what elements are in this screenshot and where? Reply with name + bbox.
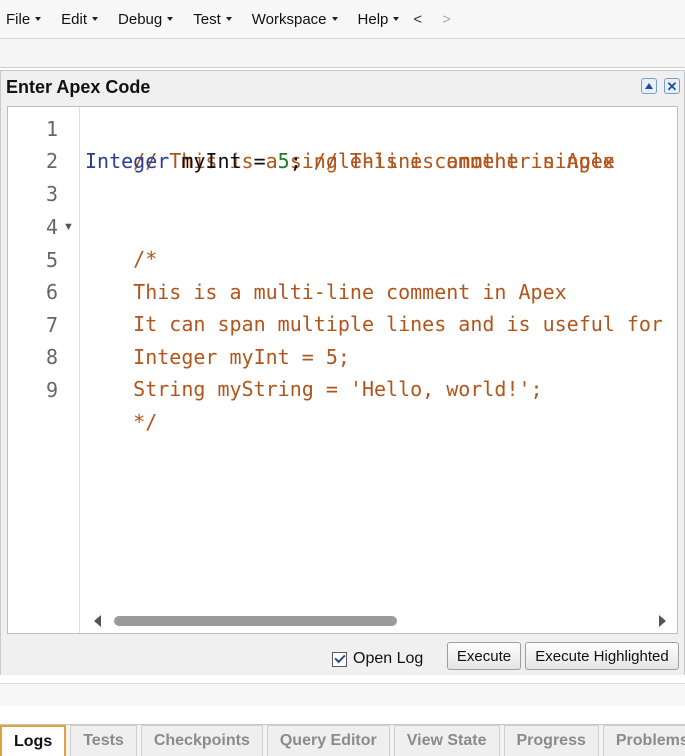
tab-query-editor[interactable]: Query Editor <box>266 725 390 756</box>
menu-bar: File Edit Debug Test Workspace Help < > <box>0 0 685 39</box>
close-button[interactable]: ✕ <box>664 78 680 94</box>
comment-token: // This is another single <box>301 149 615 173</box>
chevron-down-icon <box>35 17 42 21</box>
open-log-toggle[interactable]: Open Log <box>332 650 423 668</box>
back-arrow-icon[interactable]: < <box>413 11 422 28</box>
line-number: 4 <box>45 215 58 239</box>
menu-test[interactable]: Test <box>187 11 232 28</box>
scrollbar-thumb[interactable] <box>114 616 397 626</box>
panel-title: Enter Apex Code <box>6 77 151 97</box>
menu-help[interactable]: Help <box>352 11 400 28</box>
menu-debug[interactable]: Debug <box>112 10 174 28</box>
divider-strip <box>0 683 685 706</box>
chevron-down-icon <box>167 17 174 21</box>
code-line-9[interactable]: */ <box>85 374 157 470</box>
tab-view-state[interactable]: View State <box>393 725 500 756</box>
menu-workspace[interactable]: Workspace <box>246 11 338 28</box>
line-number: 9 <box>45 378 58 402</box>
forward-arrow-icon[interactable]: > <box>442 11 451 28</box>
tab-checkpoints[interactable]: Checkpoints <box>140 725 263 756</box>
bottom-tab-bar: Logs Tests Checkpoints Query Editor View… <box>0 724 685 756</box>
open-log-checkbox[interactable] <box>332 651 347 667</box>
menu-edit[interactable]: Edit <box>55 10 99 28</box>
panel-footer: Open Log Execute Execute Highlighted <box>1 637 684 675</box>
comment-token: String myString = 'Hello, world!'; <box>133 377 543 401</box>
scroll-right-icon[interactable] <box>659 615 666 627</box>
toolbar-strip <box>0 39 685 68</box>
line-number: 7 <box>45 313 58 337</box>
chevron-down-icon <box>393 17 400 21</box>
horizontal-scrollbar[interactable] <box>86 609 677 633</box>
panel-header: Enter Apex Code ✕ <box>1 71 684 102</box>
checkmark-icon <box>333 651 346 664</box>
chevron-down-icon <box>225 17 232 21</box>
triangle-up-icon <box>645 83 653 89</box>
fold-toggle-icon[interactable]: ▼ <box>63 211 74 243</box>
menu-test-label: Test <box>193 10 221 28</box>
menu-debug-label: Debug <box>118 10 163 28</box>
menu-help-label: Help <box>357 10 389 28</box>
menu-edit-label: Edit <box>61 10 88 28</box>
line-number: 8 <box>45 345 58 369</box>
number-token: 5 <box>277 149 290 173</box>
plain-token: ; <box>289 149 302 173</box>
open-log-label: Open Log <box>353 650 424 667</box>
tab-logs[interactable]: Logs <box>0 725 67 756</box>
tab-tests[interactable]: Tests <box>70 725 137 756</box>
menu-file[interactable]: File <box>0 10 42 28</box>
menu-workspace-label: Workspace <box>251 10 327 28</box>
line-number: 6 <box>45 280 58 304</box>
tab-progress[interactable]: Progress <box>503 725 599 756</box>
collapse-button[interactable] <box>641 78 657 94</box>
line-number: 2 <box>45 149 58 173</box>
menu-file-label: File <box>6 10 31 28</box>
chevron-down-icon <box>331 17 338 21</box>
close-icon: ✕ <box>666 78 678 94</box>
chevron-down-icon <box>92 17 99 21</box>
line-number: 3 <box>45 182 58 206</box>
code-line-2[interactable]: Integer myInt = 5; // This is another si… <box>85 145 615 177</box>
scroll-left-icon[interactable] <box>94 615 101 627</box>
execute-highlighted-button[interactable]: Execute Highlighted <box>525 642 679 670</box>
line-number: 1 <box>45 117 58 141</box>
line-number-gutter: 1 2 3 4 ▼ 5 6 7 8 9 <box>8 107 80 633</box>
tab-problems[interactable]: Problems <box>602 725 685 756</box>
line-number: 5 <box>45 248 58 272</box>
code-editor[interactable]: 1 2 3 4 ▼ 5 6 7 8 9 // This is a single-… <box>7 106 678 634</box>
execute-button[interactable]: Execute <box>447 642 521 670</box>
type-token: Integer <box>85 149 170 173</box>
plain-token: myInt = <box>169 149 278 173</box>
comment-token: */ <box>133 410 158 434</box>
